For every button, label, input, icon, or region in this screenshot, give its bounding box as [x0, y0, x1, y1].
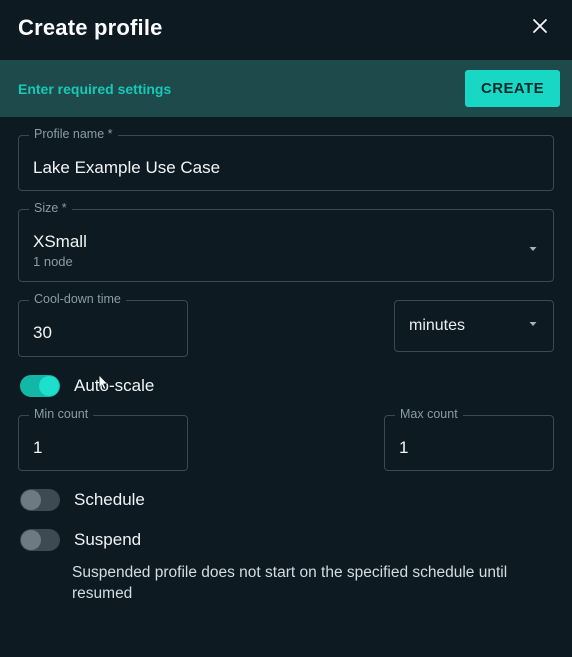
cooldown-row: Cool-down time minutes [18, 300, 554, 356]
cooldown-field[interactable]: Cool-down time [18, 300, 188, 356]
suspend-row: Suspend [18, 529, 554, 551]
max-count-field[interactable]: Max count [384, 415, 554, 471]
form-body: Profile name * Size * XSmall 1 node Cool… [0, 135, 572, 605]
dialog-title: Create profile [18, 15, 163, 41]
banner-message: Enter required settings [18, 81, 171, 97]
size-label: Size * [29, 201, 72, 215]
max-count-input[interactable] [399, 438, 539, 458]
schedule-label: Schedule [74, 490, 145, 510]
profile-name-label: Profile name * [29, 127, 118, 141]
max-count-label: Max count [395, 407, 463, 421]
size-subtext: 1 node [33, 254, 87, 269]
min-count-input[interactable] [33, 438, 173, 458]
autoscale-toggle[interactable] [20, 375, 60, 397]
cooldown-unit-value: minutes [409, 317, 465, 335]
chevron-down-icon [527, 242, 539, 260]
create-button[interactable]: CREATE [465, 70, 560, 107]
autoscale-row: Auto-scale [18, 375, 554, 397]
required-settings-banner: Enter required settings CREATE [0, 60, 572, 117]
toggle-knob [21, 490, 41, 510]
profile-name-field[interactable]: Profile name * [18, 135, 554, 191]
size-value: XSmall [33, 232, 87, 252]
create-profile-dialog: Create profile Enter required settings C… [0, 0, 572, 657]
min-count-label: Min count [29, 407, 93, 421]
close-button[interactable] [526, 14, 554, 42]
cooldown-input[interactable] [33, 323, 173, 343]
cooldown-label: Cool-down time [29, 292, 126, 306]
autoscale-label: Auto-scale [74, 376, 154, 396]
toggle-knob [39, 376, 59, 396]
min-max-row: Min count Max count [18, 415, 554, 471]
min-count-field[interactable]: Min count [18, 415, 188, 471]
suspend-toggle[interactable] [20, 529, 60, 551]
size-select[interactable]: Size * XSmall 1 node [18, 209, 554, 282]
cooldown-unit-select[interactable]: minutes [394, 300, 554, 352]
toggle-knob [21, 530, 41, 550]
chevron-down-icon [527, 317, 539, 335]
size-value-wrap: XSmall 1 node [33, 232, 87, 269]
suspend-label: Suspend [74, 530, 141, 550]
cursor-icon [94, 374, 109, 397]
close-icon [531, 17, 549, 40]
dialog-header: Create profile [0, 0, 572, 52]
schedule-row: Schedule [18, 489, 554, 511]
suspend-description: Suspended profile does not start on the … [18, 563, 554, 605]
profile-name-input[interactable] [33, 158, 539, 178]
schedule-toggle[interactable] [20, 489, 60, 511]
